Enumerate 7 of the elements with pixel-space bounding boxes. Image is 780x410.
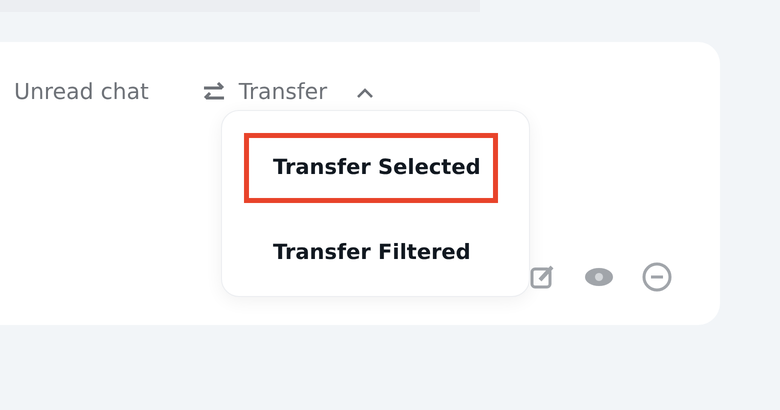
eye-icon[interactable]	[584, 267, 614, 287]
edit-icon[interactable]	[530, 264, 556, 290]
menu-item[interactable]: Transfer Filtered	[244, 218, 488, 287]
menu-item[interactable]: Transfer Selected	[244, 133, 498, 202]
filter-label[interactable]: Unread chat	[14, 76, 149, 109]
transfer-menu-button[interactable]: Transfer	[200, 76, 376, 109]
minus-circle-icon[interactable]	[642, 262, 672, 292]
